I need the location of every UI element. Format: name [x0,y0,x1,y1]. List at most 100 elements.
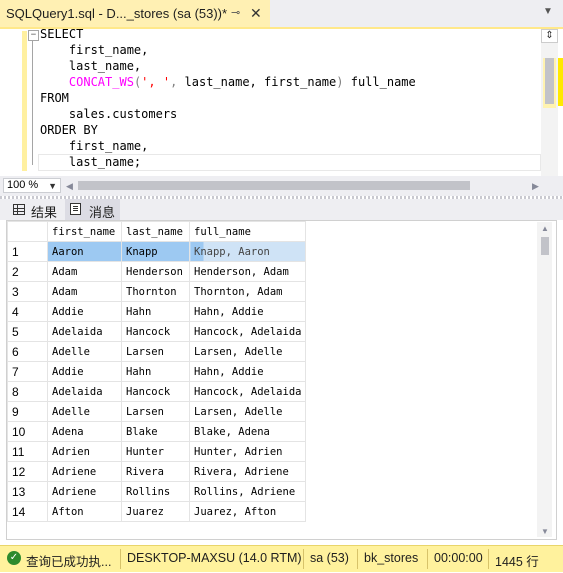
function-args: last_name, first_name [177,75,337,89]
row-number[interactable]: 4 [7,301,48,322]
cell-full-name[interactable]: Rivera, Adriene [189,461,306,482]
cell-first-name[interactable]: Adam [47,281,122,302]
table-row[interactable]: 11 Adrien Hunter Hunter, Adrien [7,441,306,462]
column-header[interactable]: full_name [189,221,306,242]
cell-last-name[interactable]: Henderson [121,261,190,282]
cell-full-name[interactable]: Blake, Adena [189,421,306,442]
table-row[interactable]: 2 Adam Henderson Henderson, Adam [7,261,306,282]
table-row[interactable]: 5 Adelaida Hancock Hancock, Adelaida [7,321,306,342]
cell-first-name[interactable]: Adelle [47,401,122,422]
column-header[interactable]: last_name [121,221,190,242]
cell-last-name[interactable]: Hahn [121,301,190,322]
cell-last-name[interactable]: Blake [121,421,190,442]
table-row[interactable]: 7 Addie Hahn Hahn, Addie [7,361,306,382]
cell-first-name[interactable]: Adelaida [47,321,122,342]
pin-icon[interactable]: ⊸ [231,6,240,19]
cell-first-name[interactable]: Adam [47,261,122,282]
results-table[interactable]: first_name last_name full_name 1 Aaron Kna… [7,221,306,522]
grid-vertical-scrollbar[interactable] [537,222,552,537]
row-number[interactable]: 8 [7,381,48,402]
zoom-select[interactable]: 100 % ▼ [3,178,61,193]
cell-last-name[interactable]: Larsen [121,401,190,422]
row-number[interactable]: 10 [7,421,48,442]
results-grid[interactable]: first_name last_name full_name 1 Aaron Kna… [6,220,557,540]
cell-first-name[interactable]: Afton [47,501,122,522]
cell-full-name[interactable]: Hancock, Adelaida [189,381,306,402]
cell-first-name[interactable]: Adena [47,421,122,442]
chevron-down-icon[interactable]: ▼ [48,179,57,193]
cell-full-name[interactable]: Hancock, Adelaida [189,321,306,342]
cell-first-name[interactable]: Adriene [47,461,122,482]
cell-full-name[interactable]: Hahn, Addie [189,361,306,382]
cell-full-name[interactable]: Larsen, Adelle [189,401,306,422]
cell-last-name[interactable]: Knapp [121,241,190,262]
table-row[interactable]: 9 Adelle Larsen Larsen, Adelle [7,401,306,422]
cell-last-name[interactable]: Rivera [121,461,190,482]
cell-full-name[interactable]: Thornton, Adam [189,281,306,302]
cell-last-name[interactable]: Hancock [121,321,190,342]
row-number[interactable]: 12 [7,461,48,482]
cell-first-name[interactable]: Addie [47,361,122,382]
cell-last-name[interactable]: Larsen [121,341,190,362]
results-tab-strip: 结果 消息 [0,199,563,220]
cell-full-name[interactable]: Juarez, Afton [189,501,306,522]
grid-scroll-thumb[interactable] [541,237,549,255]
scroll-up-icon[interactable]: ▲ [541,224,549,233]
table-row[interactable]: 6 Adelle Larsen Larsen, Adelle [7,341,306,362]
cell-full-name[interactable]: Hahn, Addie [189,301,306,322]
cell-last-name[interactable]: Rollins [121,481,190,502]
table-row[interactable]: 4 Addie Hahn Hahn, Addie [7,301,306,322]
scroll-right-icon[interactable]: ▶ [532,181,539,192]
scroll-down-icon[interactable]: ▼ [541,527,549,536]
status-divider [488,549,489,569]
scroll-left-icon[interactable]: ◀ [66,181,73,192]
cell-full-name[interactable]: Rollins, Adriene [189,481,306,502]
chevron-down-icon[interactable]: ▼ [543,6,553,17]
row-number[interactable]: 1 [7,241,48,262]
cell-first-name[interactable]: Addie [47,301,122,322]
cell-last-name[interactable]: Hahn [121,361,190,382]
sql-editor[interactable]: − SELECT first_name, last_name, CONCAT_W… [0,26,563,176]
row-number[interactable]: 5 [7,321,48,342]
row-number[interactable]: 9 [7,401,48,422]
row-header-corner[interactable] [7,221,48,242]
cell-first-name[interactable]: Adriene [47,481,122,502]
splitter-icon[interactable]: ⇕ [541,29,558,43]
row-number[interactable]: 14 [7,501,48,522]
column-header[interactable]: first_name [47,221,122,242]
row-number[interactable]: 2 [7,261,48,282]
table-row[interactable]: 13 Adriene Rollins Rollins, Adriene [7,481,306,502]
tab-messages[interactable]: 消息 [65,199,120,220]
collapse-outline-icon[interactable]: − [28,30,39,41]
row-number[interactable]: 6 [7,341,48,362]
table-row[interactable]: 12 Adriene Rivera Rivera, Adriene [7,461,306,482]
code-text[interactable]: SELECT first_name, last_name, CONCAT_WS(… [40,26,416,170]
cell-last-name[interactable]: Hunter [121,441,190,462]
row-number[interactable]: 7 [7,361,48,382]
table-row[interactable]: 14 Afton Juarez Juarez, Afton [7,501,306,522]
editor-scroll-thumb[interactable] [545,58,554,104]
cell-last-name[interactable]: Thornton [121,281,190,302]
row-number[interactable]: 3 [7,281,48,302]
row-number[interactable]: 11 [7,441,48,462]
close-icon[interactable]: ✕ [250,5,262,22]
cell-full-name[interactable]: Larsen, Adelle [189,341,306,362]
table-row[interactable]: 10 Adena Blake Blake, Adena [7,421,306,442]
messages-icon [70,203,81,215]
horizontal-scroll-thumb[interactable] [78,181,470,190]
cell-full-name[interactable]: Henderson, Adam [189,261,306,282]
cell-first-name[interactable]: Aaron [47,241,122,262]
tab-results[interactable]: 结果 [7,199,62,220]
cell-full-name[interactable]: Knapp, Aaron [189,241,306,262]
cell-first-name[interactable]: Adelle [47,341,122,362]
table-row[interactable]: 1 Aaron Knapp Knapp, Aaron [7,241,306,262]
document-tab[interactable]: SQLQuery1.sql - D..._stores (sa (53))* ⊸… [0,0,270,27]
cell-first-name[interactable]: Adrien [47,441,122,462]
cell-full-name[interactable]: Hunter, Adrien [189,441,306,462]
cell-first-name[interactable]: Adelaida [47,381,122,402]
table-row[interactable]: 8 Adelaida Hancock Hancock, Adelaida [7,381,306,402]
row-number[interactable]: 13 [7,481,48,502]
cell-last-name[interactable]: Juarez [121,501,190,522]
table-row[interactable]: 3 Adam Thornton Thornton, Adam [7,281,306,302]
cell-last-name[interactable]: Hancock [121,381,190,402]
